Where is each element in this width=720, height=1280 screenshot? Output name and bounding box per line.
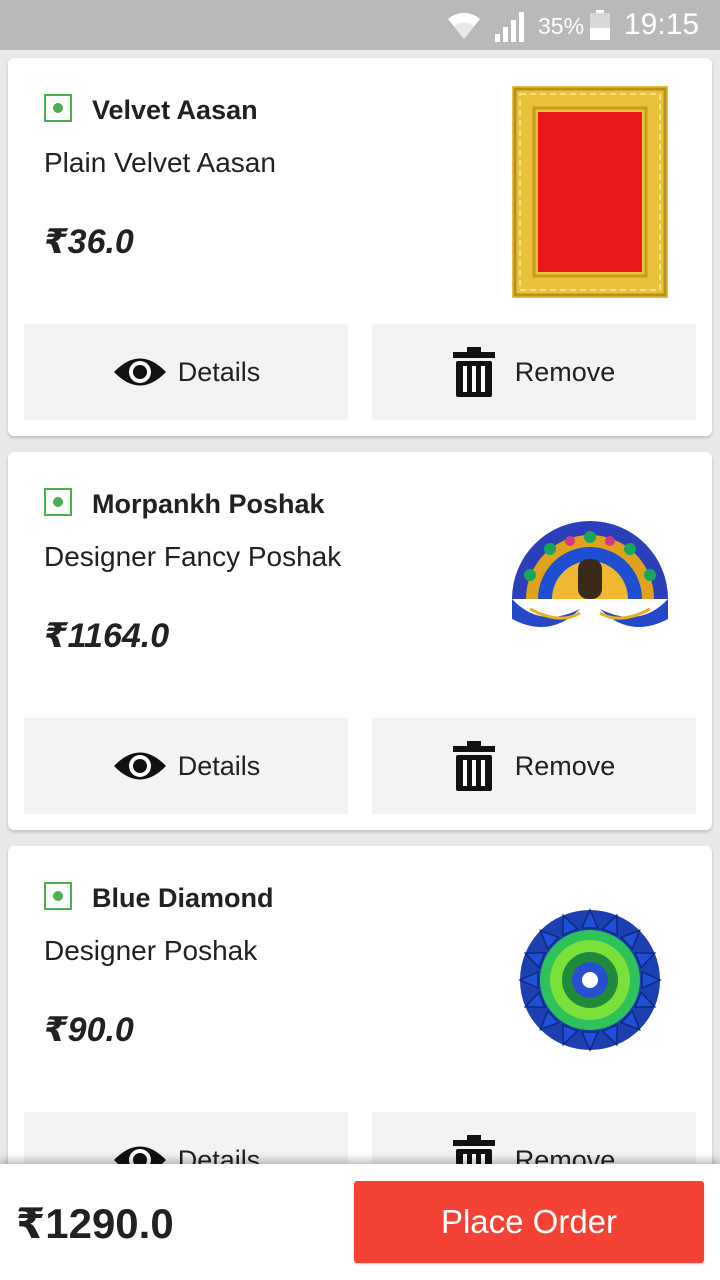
trash-icon xyxy=(452,347,495,397)
item-title: Morpankh Poshak xyxy=(92,489,325,519)
eye-icon xyxy=(113,752,166,780)
details-label: Details xyxy=(177,1145,261,1164)
remove-button[interactable]: Remove xyxy=(372,718,696,814)
cart-item-card: Morpankh Poshak Designer Fancy Poshak ₹1… xyxy=(8,452,712,830)
remove-label: Remove xyxy=(514,751,616,781)
battery-percent: 35% xyxy=(538,13,585,39)
veg-indicator-icon xyxy=(44,488,72,516)
eye-icon xyxy=(113,358,166,386)
trash-icon xyxy=(452,741,495,791)
details-button[interactable]: Details xyxy=(24,718,348,814)
item-price: ₹90.0 xyxy=(44,1011,134,1049)
remove-button[interactable]: Remove xyxy=(372,1112,696,1164)
trash-icon xyxy=(452,1135,495,1164)
item-title: Blue Diamond xyxy=(92,883,274,913)
cart-item-card: Velvet Aasan Plain Velvet Aasan ₹36.0 De… xyxy=(8,58,712,436)
eye-icon xyxy=(113,1146,166,1164)
details-label: Details xyxy=(177,357,261,387)
cart-list[interactable]: Velvet Aasan Plain Velvet Aasan ₹36.0 De… xyxy=(0,50,720,1164)
battery-icon xyxy=(590,10,610,40)
details-label: Details xyxy=(177,751,261,781)
cart-total: ₹1290.0 xyxy=(16,1200,174,1247)
status-bar: 35% 19:15 xyxy=(0,0,720,50)
veg-indicator-icon xyxy=(44,94,72,122)
blue-diamond-image[interactable] xyxy=(500,860,680,1100)
item-price: ₹36.0 xyxy=(44,223,134,261)
cart-item-card: Blue Diamond Designer Poshak ₹90.0 Detai… xyxy=(8,846,712,1164)
signal-icon xyxy=(495,12,524,42)
details-button[interactable]: Details xyxy=(24,324,348,420)
remove-label: Remove xyxy=(514,1145,616,1164)
wifi-icon xyxy=(448,12,480,39)
checkout-bar: ₹1290.0 Place Order xyxy=(0,1164,720,1280)
details-button[interactable]: Details xyxy=(24,1112,348,1164)
item-subtitle: Plain Velvet Aasan xyxy=(44,147,276,178)
item-subtitle: Designer Poshak xyxy=(44,935,258,966)
place-order-button[interactable]: Place Order xyxy=(354,1181,704,1263)
velvet-aasan-image[interactable] xyxy=(500,72,680,312)
item-price: ₹1164.0 xyxy=(44,617,170,655)
clock: 19:15 xyxy=(624,8,700,41)
morpankh-poshak-image[interactable] xyxy=(500,466,680,706)
item-subtitle: Designer Fancy Poshak xyxy=(44,541,342,572)
remove-button[interactable]: Remove xyxy=(372,324,696,420)
item-title: Velvet Aasan xyxy=(92,95,258,125)
veg-indicator-icon xyxy=(44,882,72,910)
remove-label: Remove xyxy=(514,357,616,387)
